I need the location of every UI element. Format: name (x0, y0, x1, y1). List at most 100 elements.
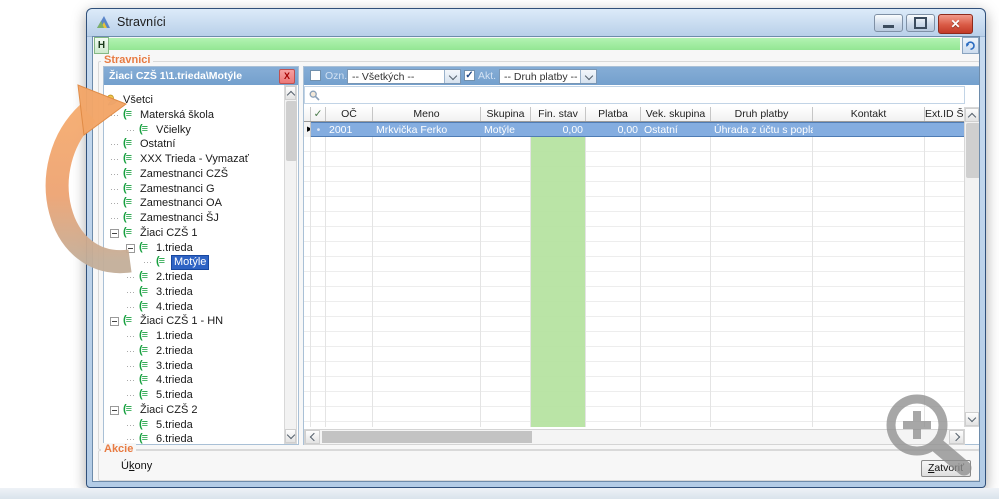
table-horizontal-scrollbar[interactable] (304, 429, 965, 445)
column-header-Ext.ID Šk[interactable]: Ext.ID Šk (925, 107, 965, 121)
ukony-button[interactable]: Úkony (121, 460, 152, 472)
chevron-down-icon[interactable] (444, 70, 460, 83)
tree-item-v-etci[interactable]: Všetci (104, 93, 284, 108)
tree-item-4-trieda[interactable]: (≡4.trieda (104, 300, 284, 315)
zatvorit-button[interactable]: Zatvoriť (921, 460, 971, 477)
row-cell-Kontakt (813, 122, 925, 137)
scroll-left-button[interactable] (305, 430, 320, 444)
tree-item-zamestnanci-cz-[interactable]: (≡Zamestnanci CZŠ (104, 167, 284, 182)
group-icon: (≡ (123, 314, 131, 326)
tree-item--iaci-cz-1[interactable]: (≡Žiaci CZŠ 1 (104, 226, 284, 241)
tree-item-zamestnanci-oa[interactable]: (≡Zamestnanci OA (104, 196, 284, 211)
main-group-legend: Stravnici (101, 54, 153, 66)
tree-item-v-ielky[interactable]: (≡Včielky (104, 123, 284, 138)
tree-vertical-scrollbar[interactable] (284, 85, 297, 444)
tree-item-zamestnanci-j[interactable]: (≡Zamestnanci ŠJ (104, 211, 284, 226)
tree-item-mot-le[interactable]: (≡Motýle (104, 255, 284, 270)
row-cell-Skupina: Motýle (481, 122, 531, 137)
scroll-up-button[interactable] (965, 108, 979, 122)
grid-line (310, 137, 311, 427)
app-icon (96, 15, 111, 29)
oznacenie-dropdown[interactable]: -- Všetkých -- (347, 69, 461, 84)
close-button[interactable]: ✕ (938, 14, 973, 34)
column-header-Kontakt[interactable]: Kontakt (813, 107, 925, 121)
tree-item-label: 6.trieda (154, 433, 195, 444)
tree-close-button[interactable]: X (279, 69, 295, 84)
tree-expander-icon[interactable] (110, 406, 119, 415)
tree-item-5-trieda[interactable]: (≡ 5.trieda (104, 388, 284, 403)
tree-item-5-trieda[interactable]: (≡5.trieda (104, 418, 284, 433)
group-icon: (≡ (139, 329, 147, 341)
tree-item--iaci-cz-1-hn[interactable]: (≡Žiaci CZŠ 1 - HN (104, 314, 284, 329)
minimize-button[interactable] (874, 14, 903, 32)
tree-item-ostatn-[interactable]: (≡Ostatní (104, 137, 284, 152)
tree-item-3-trieda[interactable]: (≡3.trieda (104, 359, 284, 374)
scroll-up-button[interactable] (285, 86, 296, 100)
column-header-✓[interactable]: ✓ (311, 107, 326, 121)
tree-item-zamestnanci-g[interactable]: (≡Zamestnanci G (104, 182, 284, 197)
group-icon: (≡ (123, 152, 131, 164)
tree-item-2-trieda[interactable]: (≡2.trieda (104, 344, 284, 359)
tree-item-label: 4.trieda (154, 374, 195, 387)
ozn-label: Ozn. (325, 70, 347, 82)
tree-expander-icon[interactable] (110, 317, 119, 326)
tree-item-2-trieda[interactable]: (≡2.trieda (104, 270, 284, 285)
column-header-Platba[interactable]: Platba (586, 107, 641, 121)
table-search-row[interactable] (304, 86, 965, 104)
titlebar[interactable]: Stravníci ✕ (87, 9, 985, 37)
tree-item-matersk-kola[interactable]: (≡Materská škola (104, 108, 284, 123)
scroll-down-button[interactable] (285, 429, 296, 443)
akt-label: Akt. (478, 70, 496, 82)
column-header-Fin. stav[interactable]: Fin. stav (531, 107, 586, 121)
grid-line (924, 137, 925, 427)
search-icon (309, 90, 320, 101)
group-icon: (≡ (139, 359, 147, 371)
table-vertical-scrollbar[interactable] (964, 107, 980, 427)
column-header-Skupina[interactable]: Skupina (481, 107, 531, 121)
scroll-thumb[interactable] (286, 101, 297, 161)
column-header-Vek. skupina[interactable]: Vek. skupina (641, 107, 711, 121)
maximize-button[interactable] (906, 14, 935, 32)
scroll-thumb[interactable] (322, 431, 532, 443)
tree-expander-icon[interactable] (110, 229, 119, 238)
tab-h[interactable]: H (94, 37, 109, 54)
tree-item-label: Všetci (121, 94, 155, 107)
column-header-Meno[interactable]: Meno (373, 107, 481, 121)
window-title: Stravníci (117, 15, 166, 29)
group-icon: (≡ (123, 137, 131, 149)
table-row[interactable]: ▶•2001Mrkvička FerkoMotýle0,000,00Ostatn… (304, 122, 965, 137)
chevron-down-icon[interactable] (580, 70, 596, 83)
group-icon: (≡ (156, 255, 164, 267)
tree-item-label: Zamestnanci G (138, 183, 217, 196)
tree-item-1-trieda[interactable]: (≡1.trieda (104, 329, 284, 344)
tree-item-4-trieda[interactable]: (≡4.trieda (104, 373, 284, 388)
ozn-checkbox[interactable] (310, 70, 321, 81)
refresh-button[interactable] (962, 37, 979, 54)
scroll-thumb[interactable] (966, 123, 980, 178)
grid-line (710, 137, 711, 427)
tree-item-xxx-trieda-vymaza-[interactable]: (≡XXX Trieda - Vymazať (104, 152, 284, 167)
tree-item-label: Materská škola (138, 109, 216, 122)
group-icon: (≡ (139, 432, 147, 444)
column-header-marker[interactable] (304, 107, 311, 121)
row-cell-marker: ▶ (304, 122, 311, 137)
group-icon: (≡ (123, 226, 131, 238)
tree-item-label: 5.trieda (154, 389, 195, 402)
druh-platby-dropdown[interactable]: -- Druh platby -- (499, 69, 597, 84)
tree-item--iaci-cz-2[interactable]: (≡Žiaci CZŠ 2 (104, 403, 284, 418)
scroll-right-button[interactable] (949, 430, 964, 444)
group-icon: (≡ (139, 388, 147, 400)
tree-connector (127, 336, 136, 337)
actions-group-border (98, 450, 980, 481)
group-icon: (≡ (139, 270, 147, 282)
row-cell-Platba: 0,00 (586, 122, 641, 137)
fin-stav-highlight-column (531, 137, 586, 427)
tree-expander-icon[interactable] (126, 244, 135, 253)
tree-item-1-trieda[interactable]: (≡1.trieda (104, 241, 284, 256)
column-header-OČ[interactable]: OČ (326, 107, 373, 121)
tree-item-3-trieda[interactable]: (≡3.trieda (104, 285, 284, 300)
akt-checkbox[interactable]: ✓ (464, 70, 475, 81)
scroll-down-button[interactable] (965, 412, 979, 426)
column-header-Druh platby[interactable]: Druh platby (711, 107, 813, 121)
grid-line (640, 137, 641, 427)
